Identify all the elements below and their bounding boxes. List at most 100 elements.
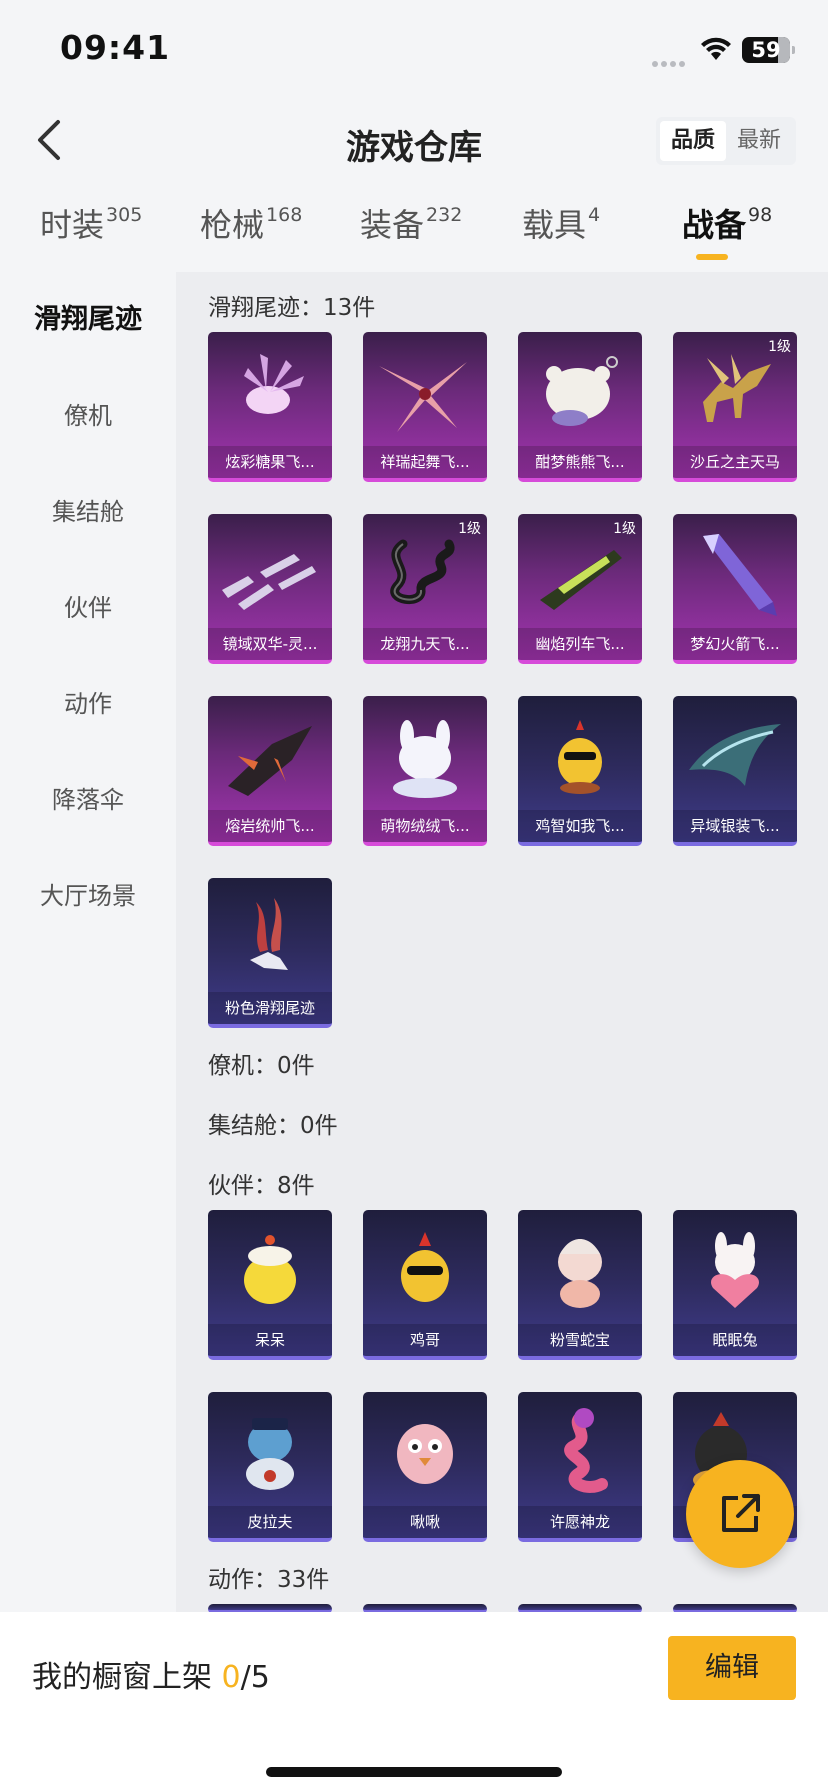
candy-sparkle-icon bbox=[244, 354, 304, 414]
tab-count: 168 bbox=[266, 204, 303, 226]
item-card[interactable]: 粉色滑翔尾迹 bbox=[208, 878, 332, 1028]
sidebar-item-glide-trails[interactable]: 滑翔尾迹 bbox=[0, 272, 176, 368]
item-name: 皮拉夫 bbox=[208, 1506, 332, 1538]
sidebar: 滑翔尾迹 僚机 集结舱 伙伴 动作 降落伞 大厅场景 bbox=[0, 272, 176, 1612]
bunny-heart-icon bbox=[711, 1232, 759, 1308]
item-card[interactable]: 皮拉夫 bbox=[208, 1392, 332, 1542]
item-card[interactable]: 祥瑞起舞飞... bbox=[363, 332, 487, 482]
home-indicator[interactable] bbox=[266, 1767, 562, 1777]
tab-count: 232 bbox=[426, 204, 463, 226]
item-card[interactable]: 熔岩统帅飞... bbox=[208, 696, 332, 846]
item-name: 熔岩统帅飞... bbox=[208, 810, 332, 842]
edit-button[interactable]: 编辑 bbox=[668, 1636, 796, 1700]
item-card[interactable]: 炫彩糖果飞... bbox=[208, 332, 332, 482]
tab-equipment[interactable]: 装备 232 bbox=[360, 200, 462, 262]
tab-readiness[interactable]: 战备 98 bbox=[682, 200, 772, 262]
item-name: 镜域双华-灵... bbox=[208, 628, 332, 660]
sort-newest-button[interactable]: 最新 bbox=[726, 121, 792, 161]
item-card[interactable]: 1级 幽焰列车飞... bbox=[518, 514, 642, 664]
sleeping-bear-icon bbox=[546, 356, 618, 426]
chicken-icon bbox=[558, 720, 602, 794]
item-level: 1级 bbox=[458, 521, 481, 537]
item-card[interactable]: 1级 沙丘之主天马 bbox=[673, 332, 797, 482]
item-name: 祥瑞起舞飞... bbox=[363, 446, 487, 478]
sidebar-item-parachute[interactable]: 降落伞 bbox=[0, 752, 176, 848]
sidebar-item-partners[interactable]: 伙伴 bbox=[0, 560, 176, 656]
nav-bar: 游戏仓库 品质 最新 bbox=[0, 100, 828, 182]
signal-dots-icon bbox=[652, 52, 688, 71]
battery-level: 59 bbox=[751, 38, 781, 62]
sidebar-item-actions[interactable]: 动作 bbox=[0, 656, 176, 752]
item-card[interactable]: 梦幻火箭飞... bbox=[673, 514, 797, 664]
showcase-used-count: 0 bbox=[221, 1660, 241, 1695]
rocket-icon bbox=[703, 534, 777, 616]
tab-label: 战备 bbox=[682, 206, 747, 244]
item-card[interactable]: 许愿神龙 bbox=[518, 1392, 642, 1542]
item-card[interactable]: 1级 龙翔九天飞... bbox=[363, 514, 487, 664]
yellow-chick-icon bbox=[244, 1235, 296, 1304]
item-card[interactable]: 萌物绒绒飞... bbox=[363, 696, 487, 846]
sidebar-item-lobby-scene[interactable]: 大厅场景 bbox=[0, 848, 176, 944]
item-level: 1级 bbox=[768, 339, 791, 355]
item-card[interactable]: 镜域双华-灵... bbox=[208, 514, 332, 664]
sidebar-item-wingman[interactable]: 僚机 bbox=[0, 368, 176, 464]
tab-vehicles[interactable]: 载具 4 bbox=[522, 200, 600, 262]
cool-chicken-icon bbox=[401, 1232, 449, 1302]
tab-label: 枪械 bbox=[200, 206, 265, 244]
tab-weapons[interactable]: 枪械 168 bbox=[200, 200, 302, 262]
status-bar: 09:41 59 bbox=[0, 0, 828, 100]
section-title-glide-trails: 滑翔尾迹：13件 bbox=[208, 295, 376, 321]
item-name: 沙丘之主天马 bbox=[673, 446, 797, 478]
sort-quality-button[interactable]: 品质 bbox=[660, 121, 726, 161]
pink-bird-icon bbox=[397, 1424, 453, 1484]
item-name: 异域银装飞... bbox=[673, 810, 797, 842]
active-tab-indicator bbox=[696, 254, 728, 260]
pink-smoke-icon bbox=[250, 898, 288, 970]
item-card[interactable]: 酣梦熊熊飞... bbox=[518, 332, 642, 482]
section-title-partners: 伙伴：8件 bbox=[208, 1173, 315, 1199]
item-list[interactable]: 滑翔尾迹：13件 炫彩糖果飞... 祥瑞起舞飞... 酣梦熊熊飞... 1级 沙… bbox=[176, 272, 828, 1612]
item-name: 龙翔九天飞... bbox=[363, 628, 487, 660]
silver-wing-icon bbox=[689, 724, 781, 786]
item-card[interactable] bbox=[673, 1604, 797, 1612]
wish-dragon-icon bbox=[564, 1408, 608, 1493]
item-card[interactable]: 呆呆 bbox=[208, 1210, 332, 1360]
battery-icon: 59 bbox=[742, 37, 795, 63]
item-card[interactable]: 鸡智如我飞... bbox=[518, 696, 642, 846]
item-card[interactable] bbox=[208, 1604, 332, 1612]
item-name: 萌物绒绒飞... bbox=[363, 810, 487, 842]
section-title-actions: 动作：33件 bbox=[208, 1567, 330, 1593]
item-card[interactable] bbox=[518, 1604, 642, 1612]
showcase-text: 我的橱窗上架 bbox=[32, 1660, 212, 1695]
item-card[interactable]: 异域银装飞... bbox=[673, 696, 797, 846]
item-card[interactable]: 啾啾 bbox=[363, 1392, 487, 1542]
tab-count: 98 bbox=[748, 204, 773, 226]
share-external-icon bbox=[722, 1494, 760, 1532]
item-card[interactable]: 眠眠兔 bbox=[673, 1210, 797, 1360]
share-button[interactable] bbox=[686, 1460, 794, 1568]
section-title-capsule: 集结舱：0件 bbox=[208, 1113, 338, 1139]
item-card[interactable] bbox=[363, 1604, 487, 1612]
ribbon-star-icon bbox=[379, 362, 467, 432]
item-name: 鸡智如我飞... bbox=[518, 810, 642, 842]
sidebar-item-capsule[interactable]: 集结舱 bbox=[0, 464, 176, 560]
tab-count: 305 bbox=[106, 204, 143, 226]
sort-toggle: 品质 最新 bbox=[656, 117, 796, 165]
tab-fashion[interactable]: 时装 305 bbox=[40, 200, 142, 262]
tab-label: 时装 bbox=[40, 206, 105, 244]
item-level: 1级 bbox=[613, 521, 636, 537]
item-name: 炫彩糖果飞... bbox=[208, 446, 332, 478]
wifi-icon bbox=[701, 37, 731, 60]
showcase-label: 我的橱窗上架 0/5 bbox=[32, 1652, 270, 1696]
blue-monster-icon bbox=[246, 1418, 294, 1490]
item-name: 梦幻火箭飞... bbox=[673, 628, 797, 660]
item-card[interactable]: 鸡哥 bbox=[363, 1210, 487, 1360]
category-tabs: 时装 305 枪械 168 装备 232 载具 4 战备 98 bbox=[0, 200, 828, 266]
fluffy-bunny-icon bbox=[393, 720, 457, 798]
section-title-wingman: 僚机：0件 bbox=[208, 1053, 315, 1079]
snake-baby-icon bbox=[558, 1239, 602, 1308]
item-card[interactable]: 粉雪蛇宝 bbox=[518, 1210, 642, 1360]
item-name: 粉雪蛇宝 bbox=[518, 1324, 642, 1356]
showcase-total: /5 bbox=[240, 1660, 270, 1695]
lava-jet-icon bbox=[228, 726, 312, 796]
